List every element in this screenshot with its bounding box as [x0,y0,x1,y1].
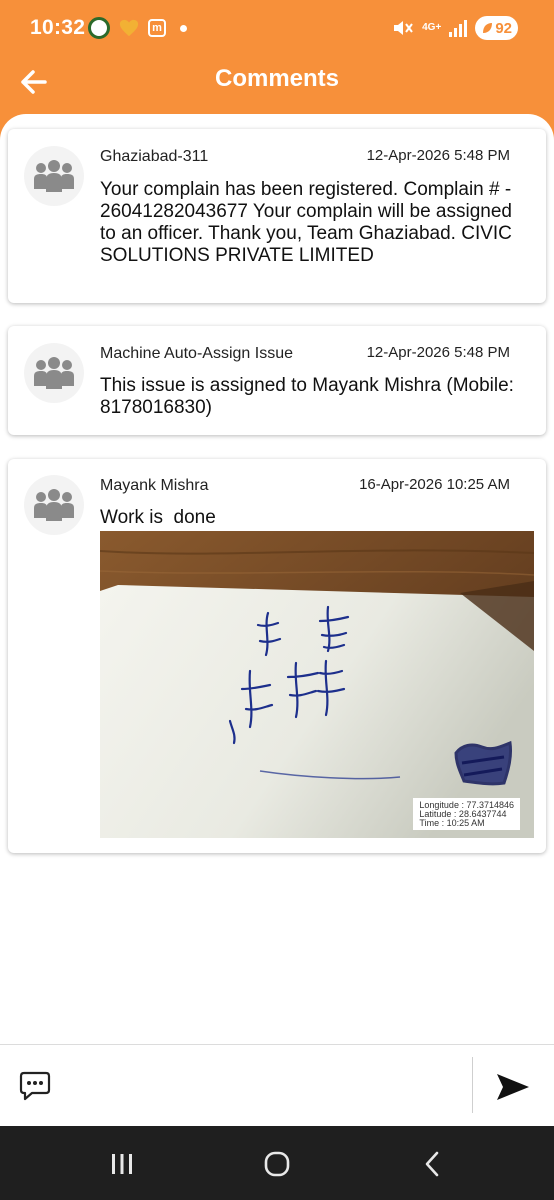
comment-author: Ghaziabad-311 [100,148,209,165]
more-notifications-dot-icon [180,24,187,32]
comment-date: 16-Apr-2026 10:25 AM [359,476,510,493]
comment-text: Work is done [100,507,216,528]
send-icon [497,1074,529,1100]
chat-bubble-icon [16,1067,54,1105]
battery-level: 92 [495,19,512,37]
mute-icon [394,21,413,35]
whatsapp-notification-icon [88,17,110,39]
stamp-time: Time : 10:25 AM [419,818,485,828]
comment-card: Machine Auto-Assign Issue 12-Apr-2026 5:… [8,326,546,435]
status-time: 10:32 [30,16,86,39]
status-bar: 10:32 m 4G+ 92 [0,0,554,58]
system-icons: 4G+ 92 [392,16,518,40]
home-icon [264,1151,290,1177]
comment-input[interactable] [66,1061,462,1111]
comment-card: Mayank Mishra 16-Apr-2026 10:25 AM Work … [8,459,546,853]
photo-image [100,531,534,838]
system-navigation-bar [0,1126,554,1200]
composer-divider [472,1057,473,1113]
geotag-stamp: Longitude : 77.3714846 Latitude : 28.643… [413,798,520,830]
battery-indicator: 92 [475,16,518,40]
network-type: 4G+ [422,22,442,33]
comment-date: 12-Apr-2026 5:48 PM [366,147,510,164]
group-avatar-icon [24,146,84,206]
group-avatar-icon [24,343,84,403]
nav-back-button[interactable] [412,1144,452,1184]
app-notification-icon: m [148,19,166,37]
group-avatar-icon [24,475,84,535]
comment-date: 12-Apr-2026 5:48 PM [366,344,510,361]
notification-icons: m [88,17,187,39]
recents-icon [112,1154,132,1174]
comment-author: Machine Auto-Assign Issue [100,345,293,362]
comment-card: Ghaziabad-311 12-Apr-2026 5:48 PM Your c… [8,129,546,303]
comment-author: Mayank Mishra [100,477,209,494]
comment-composer [0,1044,554,1126]
comment-photo[interactable]: Longitude : 77.3714846 Latitude : 28.643… [100,531,534,838]
nav-back-icon [425,1151,439,1177]
page-header: Comments [0,58,554,104]
home-button[interactable] [257,1144,297,1184]
signal-icon [449,19,468,37]
recents-button[interactable] [102,1144,142,1184]
send-button[interactable] [488,1065,538,1109]
page-title: Comments [214,65,340,92]
battery-saver-leaf-icon [483,23,493,33]
comment-text: Your complain has been registered. Compl… [100,179,512,266]
heart-notification-icon [119,19,139,37]
comment-text: This issue is assigned to Mayank Mishra … [100,375,514,418]
